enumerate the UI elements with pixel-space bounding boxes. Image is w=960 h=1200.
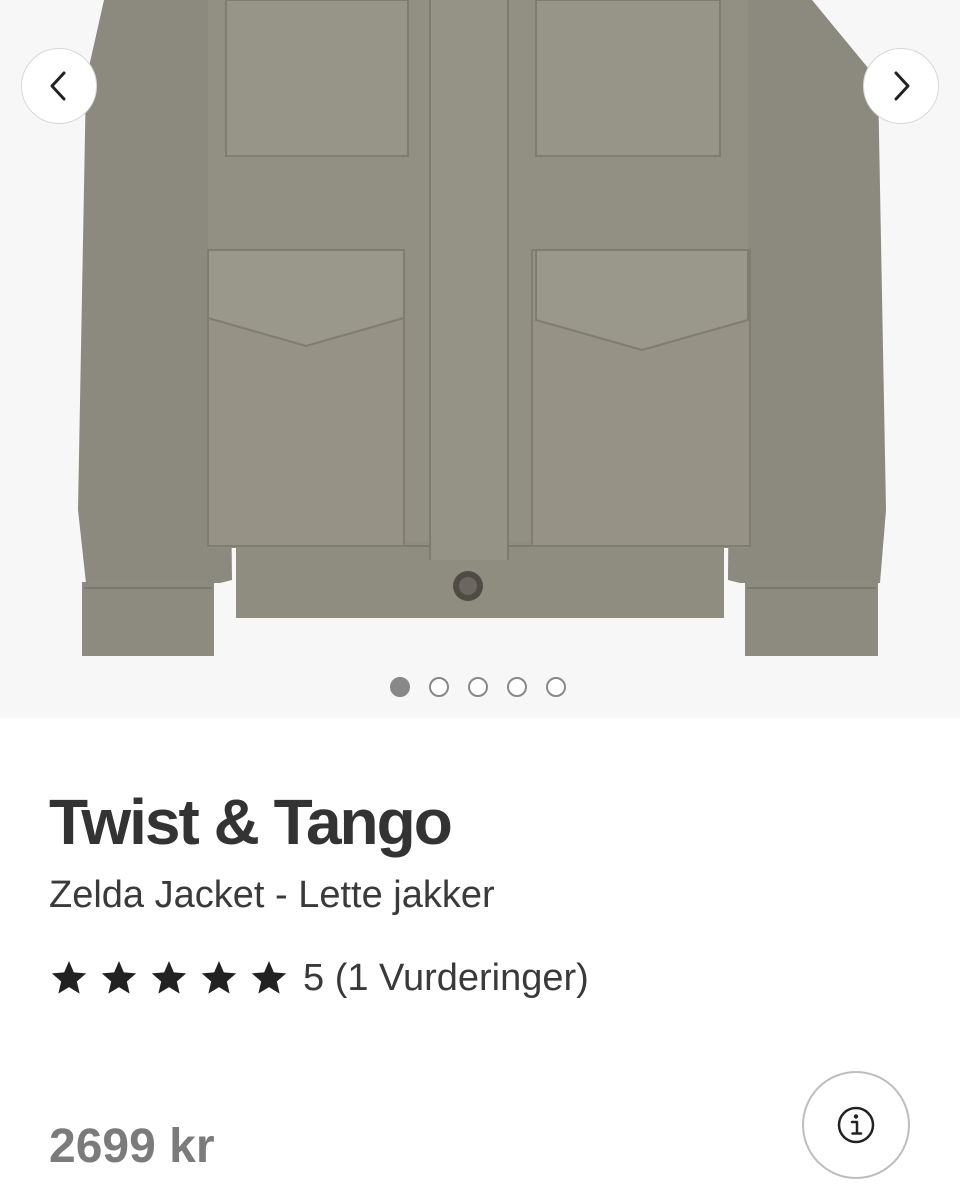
product-price: 2699 kr <box>49 1120 215 1173</box>
carousel-dot-3[interactable] <box>468 677 488 697</box>
star-icon <box>201 961 237 994</box>
star-icon <box>151 961 187 994</box>
carousel-pagination <box>390 677 566 697</box>
star-icon <box>251 961 287 994</box>
previous-image-button[interactable] <box>21 48 97 124</box>
rating-summary[interactable]: 5 (1 Vurderinger) <box>303 953 589 1003</box>
brand-name[interactable]: Twist & Tango <box>49 782 453 862</box>
chevron-right-icon <box>894 71 910 101</box>
star-icon <box>101 961 137 994</box>
carousel-dot-1[interactable] <box>390 677 410 697</box>
rating-stars <box>49 958 289 998</box>
info-icon <box>837 1106 875 1144</box>
chevron-left-icon <box>50 71 66 101</box>
product-rating[interactable]: 5 (1 Vurderinger) <box>49 953 589 1003</box>
carousel-dot-2[interactable] <box>429 677 449 697</box>
product-image <box>0 0 960 718</box>
info-button[interactable] <box>802 1071 910 1179</box>
carousel-dot-5[interactable] <box>546 677 566 697</box>
product-gallery[interactable] <box>0 0 960 718</box>
carousel-dot-4[interactable] <box>507 677 527 697</box>
next-image-button[interactable] <box>863 48 939 124</box>
product-name: Zelda Jacket - Lette jakker <box>49 874 495 916</box>
star-icon <box>51 961 87 994</box>
